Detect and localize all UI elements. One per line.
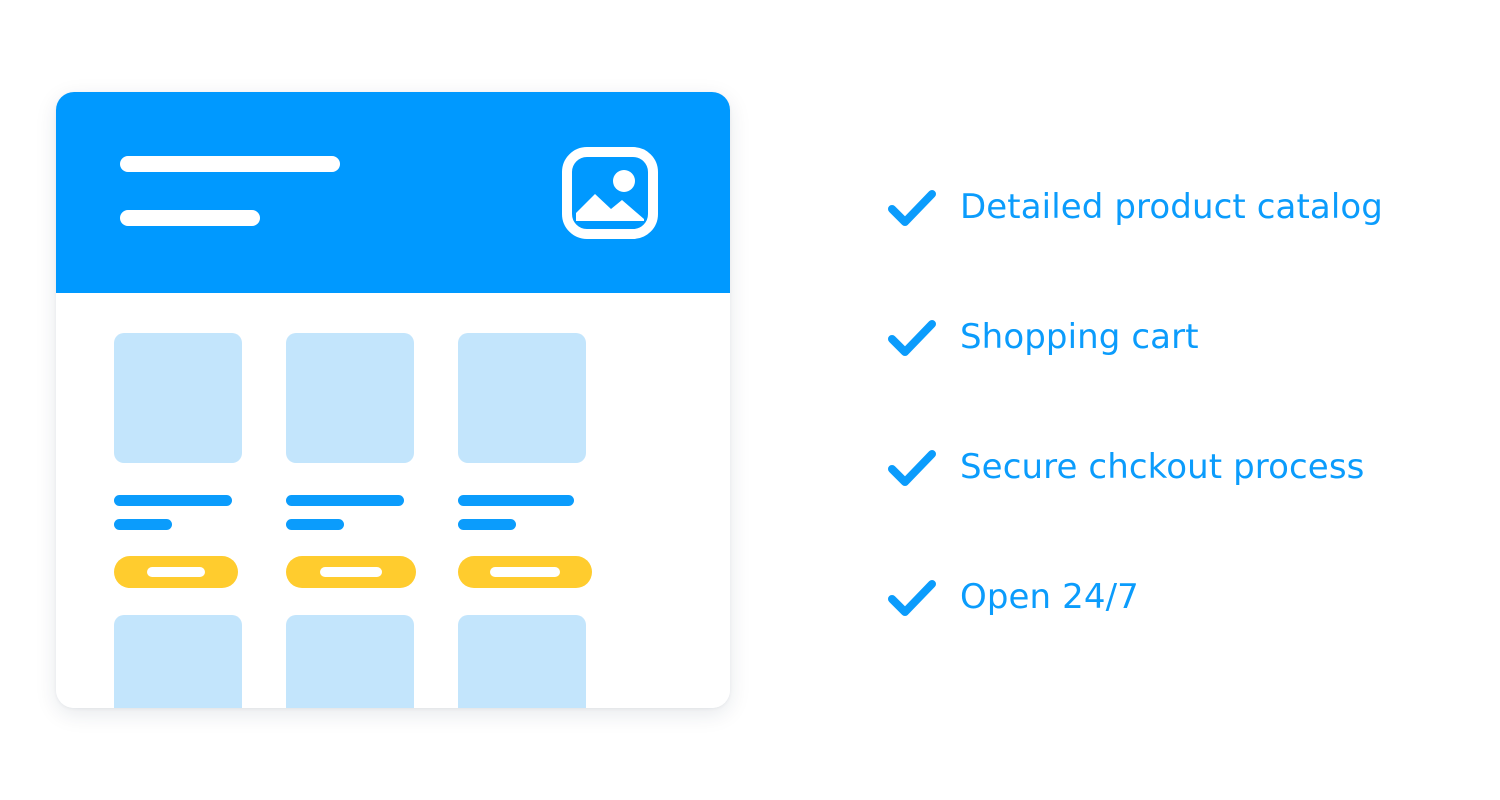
product-thumbnail (114, 615, 242, 708)
feature-item-label: Detailed product catalog (960, 187, 1383, 228)
product-grid-row (114, 333, 730, 588)
buy-button-label-bar (320, 567, 382, 577)
product-title-bar (458, 495, 574, 506)
product-thumbnail (458, 333, 586, 463)
feature-item-label: Secure chckout process (960, 447, 1365, 488)
buy-button[interactable] (286, 556, 416, 588)
product-thumbnail (286, 333, 414, 463)
check-icon (886, 446, 938, 490)
feature-item-open-24-7: Open 24/7 (886, 568, 1446, 628)
product-grid-row (114, 615, 730, 708)
product-title-bar (286, 495, 404, 506)
check-icon (886, 186, 938, 230)
feature-list: Detailed product catalog Shopping cart S… (886, 178, 1446, 628)
shop-preview-card (56, 92, 730, 708)
buy-button[interactable] (458, 556, 592, 588)
subtitle-placeholder-bar (120, 210, 260, 226)
product-card[interactable] (458, 333, 592, 588)
feature-item-label: Open 24/7 (960, 577, 1139, 618)
product-card[interactable] (286, 615, 414, 708)
product-thumbnail (286, 615, 414, 708)
image-icon (562, 147, 658, 239)
buy-button-label-bar (147, 567, 205, 577)
buy-button[interactable] (114, 556, 238, 588)
feature-item-label: Shopping cart (960, 317, 1199, 358)
shop-card-header (56, 92, 730, 293)
product-card[interactable] (114, 333, 242, 588)
product-title-bar (114, 495, 232, 506)
illustration-canvas: Detailed product catalog Shopping cart S… (0, 0, 1500, 800)
product-card[interactable] (114, 615, 242, 708)
product-subtitle-bar (458, 519, 516, 530)
feature-item-secure-checkout-process: Secure chckout process (886, 438, 1446, 498)
product-thumbnail (458, 615, 586, 708)
product-card[interactable] (286, 333, 416, 588)
product-subtitle-bar (286, 519, 344, 530)
title-placeholder-bar (120, 156, 340, 172)
check-icon (886, 576, 938, 620)
check-icon (886, 316, 938, 360)
product-card[interactable] (458, 615, 586, 708)
buy-button-label-bar (490, 567, 560, 577)
feature-item-detailed-product-catalog: Detailed product catalog (886, 178, 1446, 238)
shop-card-body (56, 293, 730, 708)
product-subtitle-bar (114, 519, 172, 530)
product-thumbnail (114, 333, 242, 463)
feature-item-shopping-cart: Shopping cart (886, 308, 1446, 368)
